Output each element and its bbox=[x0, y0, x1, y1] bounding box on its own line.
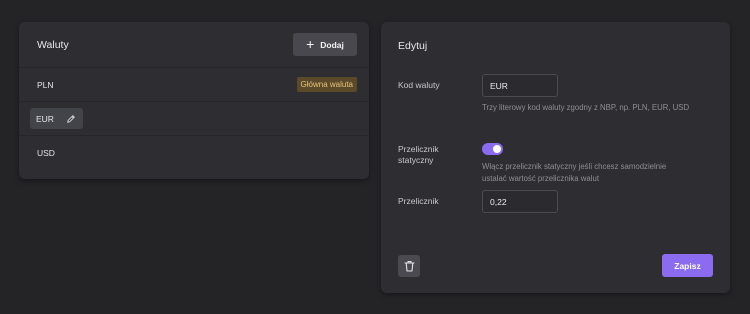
currency-row-usd[interactable]: USD bbox=[19, 136, 369, 170]
currency-code-label: Kod waluty bbox=[398, 80, 440, 90]
static-rate-toggle[interactable] bbox=[482, 143, 503, 155]
trash-icon bbox=[403, 261, 415, 272]
static-rate-hint-line1: Włącz przelicznik statyczny jeśli chcesz… bbox=[482, 162, 667, 171]
currency-code-hint: Trzy literowy kod waluty zgodny z NBP, n… bbox=[482, 103, 690, 112]
selected-currency-pill[interactable]: EUR bbox=[30, 108, 83, 129]
plus-icon: + bbox=[306, 36, 315, 52]
currency-row-pln[interactable]: PLN Główna waluta bbox=[19, 68, 369, 102]
currency-row-eur[interactable]: EUR bbox=[19, 102, 369, 136]
edit-panel: Edytuj Kod waluty EUR Trzy literowy kod … bbox=[381, 22, 730, 293]
currency-code: USD bbox=[37, 148, 55, 158]
static-rate-label: Przelicznik statyczny bbox=[398, 144, 439, 166]
static-rate-label-line2: statyczny bbox=[398, 155, 434, 165]
currency-code-input[interactable]: EUR bbox=[482, 74, 558, 97]
static-rate-label-line1: Przelicznik bbox=[398, 144, 439, 154]
rate-label: Przelicznik bbox=[398, 196, 439, 206]
edit-title: Edytuj bbox=[398, 40, 428, 52]
main-currency-badge: Główna waluta bbox=[296, 77, 357, 92]
save-button[interactable]: Zapisz bbox=[662, 254, 713, 277]
currency-code-value: EUR bbox=[490, 80, 508, 91]
rate-input[interactable]: 0,22 bbox=[482, 190, 558, 213]
add-currency-label: Dodaj bbox=[320, 39, 344, 50]
currency-code: PLN bbox=[37, 79, 54, 90]
static-rate-hint: Włącz przelicznik statyczny jeśli chcesz… bbox=[482, 161, 666, 185]
pencil-icon bbox=[67, 114, 75, 123]
static-rate-hint-line2: ustalać wartość przelicznika walut bbox=[482, 174, 599, 183]
add-currency-button[interactable]: + Dodaj bbox=[293, 33, 357, 56]
delete-button[interactable] bbox=[398, 255, 420, 277]
currency-code: EUR bbox=[36, 113, 54, 124]
currencies-header: Waluty + Dodaj bbox=[19, 22, 369, 68]
rate-value: 0,22 bbox=[490, 196, 507, 207]
currencies-title: Waluty bbox=[37, 38, 69, 51]
currencies-panel: Waluty + Dodaj PLN Główna waluta EUR USD bbox=[19, 22, 369, 179]
save-label: Zapisz bbox=[674, 260, 701, 271]
